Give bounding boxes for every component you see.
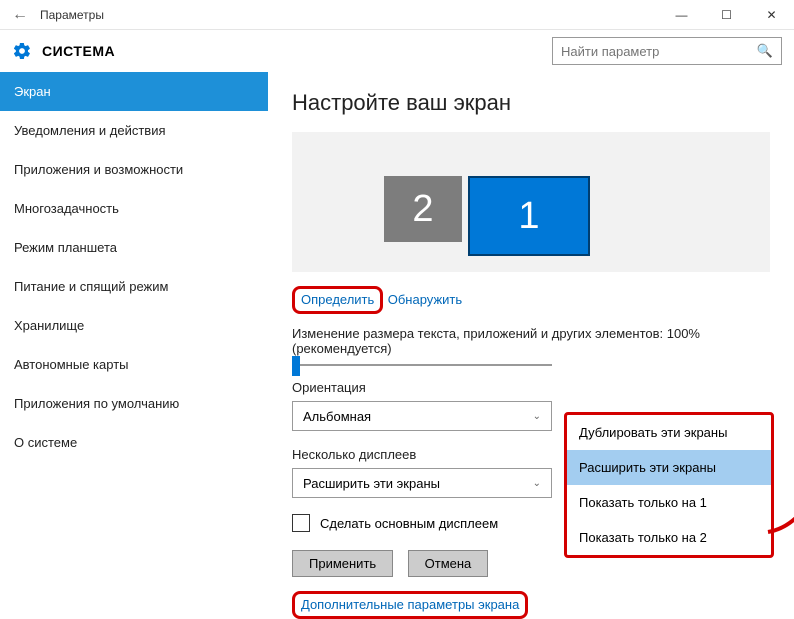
orientation-label: Ориентация bbox=[292, 380, 770, 395]
sidebar-item-default-apps[interactable]: Приложения по умолчанию bbox=[0, 384, 268, 423]
search-input[interactable] bbox=[561, 44, 757, 59]
link-row: Определить Обнаружить bbox=[292, 286, 770, 314]
slider-thumb[interactable] bbox=[292, 356, 300, 376]
content: Настройте ваш экран 2 1 Определить Обнар… bbox=[268, 72, 794, 619]
sidebar-item-apps[interactable]: Приложения и возможности bbox=[0, 150, 268, 189]
search-icon: 🔍 bbox=[757, 43, 773, 59]
detect-link[interactable]: Обнаружить bbox=[388, 292, 462, 307]
sidebar: Экран Уведомления и действия Приложения … bbox=[0, 72, 268, 619]
multidisplay-value: Расширить эти экраны bbox=[303, 476, 440, 491]
multidisplay-dropdown[interactable]: Дублировать эти экраны Расширить эти экр… bbox=[564, 412, 774, 558]
gear-icon bbox=[12, 41, 32, 61]
titlebar: ← Параметры — ☐ ✕ bbox=[0, 0, 794, 30]
sidebar-item-storage[interactable]: Хранилище bbox=[0, 306, 268, 345]
highlight-advanced: Дополнительные параметры экрана bbox=[292, 591, 528, 619]
orientation-select[interactable]: Альбомная ⌄ bbox=[292, 401, 552, 431]
sidebar-item-display[interactable]: Экран bbox=[0, 72, 268, 111]
make-primary-checkbox[interactable] bbox=[292, 514, 310, 532]
maximize-button[interactable]: ☐ bbox=[704, 0, 749, 30]
monitor-1[interactable]: 1 bbox=[468, 176, 590, 256]
monitor-2[interactable]: 2 bbox=[384, 176, 462, 242]
cancel-button[interactable]: Отмена bbox=[408, 550, 489, 577]
sidebar-item-multitasking[interactable]: Многозадачность bbox=[0, 189, 268, 228]
sidebar-item-about[interactable]: О системе bbox=[0, 423, 268, 462]
apply-button[interactable]: Применить bbox=[292, 550, 393, 577]
sidebar-item-maps[interactable]: Автономные карты bbox=[0, 345, 268, 384]
close-button[interactable]: ✕ bbox=[749, 0, 794, 30]
search-box[interactable]: 🔍 bbox=[552, 37, 782, 65]
page-title: Настройте ваш экран bbox=[292, 90, 770, 116]
make-primary-label: Сделать основным дисплеем bbox=[320, 516, 498, 531]
sidebar-item-notifications[interactable]: Уведомления и действия bbox=[0, 111, 268, 150]
scale-label: Изменение размера текста, приложений и д… bbox=[292, 326, 770, 356]
sidebar-item-power[interactable]: Питание и спящий режим bbox=[0, 267, 268, 306]
chevron-down-icon: ⌄ bbox=[533, 411, 541, 422]
window-title: Параметры bbox=[40, 8, 659, 22]
highlight-identify: Определить bbox=[292, 286, 383, 314]
multidisplay-select[interactable]: Расширить эти экраны ⌄ bbox=[292, 468, 552, 498]
minimize-button[interactable]: — bbox=[659, 0, 704, 30]
orientation-value: Альбомная bbox=[303, 409, 371, 424]
dropdown-option-duplicate[interactable]: Дублировать эти экраны bbox=[567, 415, 771, 450]
header: СИСТЕМА 🔍 bbox=[0, 30, 794, 72]
display-arrangement[interactable]: 2 1 bbox=[292, 132, 770, 272]
dropdown-option-only2[interactable]: Показать только на 2 bbox=[567, 520, 771, 555]
dropdown-option-extend[interactable]: Расширить эти экраны bbox=[567, 450, 771, 485]
sidebar-item-tablet[interactable]: Режим планшета bbox=[0, 228, 268, 267]
chevron-down-icon: ⌄ bbox=[533, 478, 541, 489]
scale-slider[interactable] bbox=[292, 364, 552, 366]
dropdown-option-only1[interactable]: Показать только на 1 bbox=[567, 485, 771, 520]
identify-link[interactable]: Определить bbox=[301, 292, 374, 307]
header-heading: СИСТЕМА bbox=[42, 43, 552, 59]
back-button[interactable]: ← bbox=[8, 6, 32, 24]
advanced-link[interactable]: Дополнительные параметры экрана bbox=[301, 597, 519, 612]
